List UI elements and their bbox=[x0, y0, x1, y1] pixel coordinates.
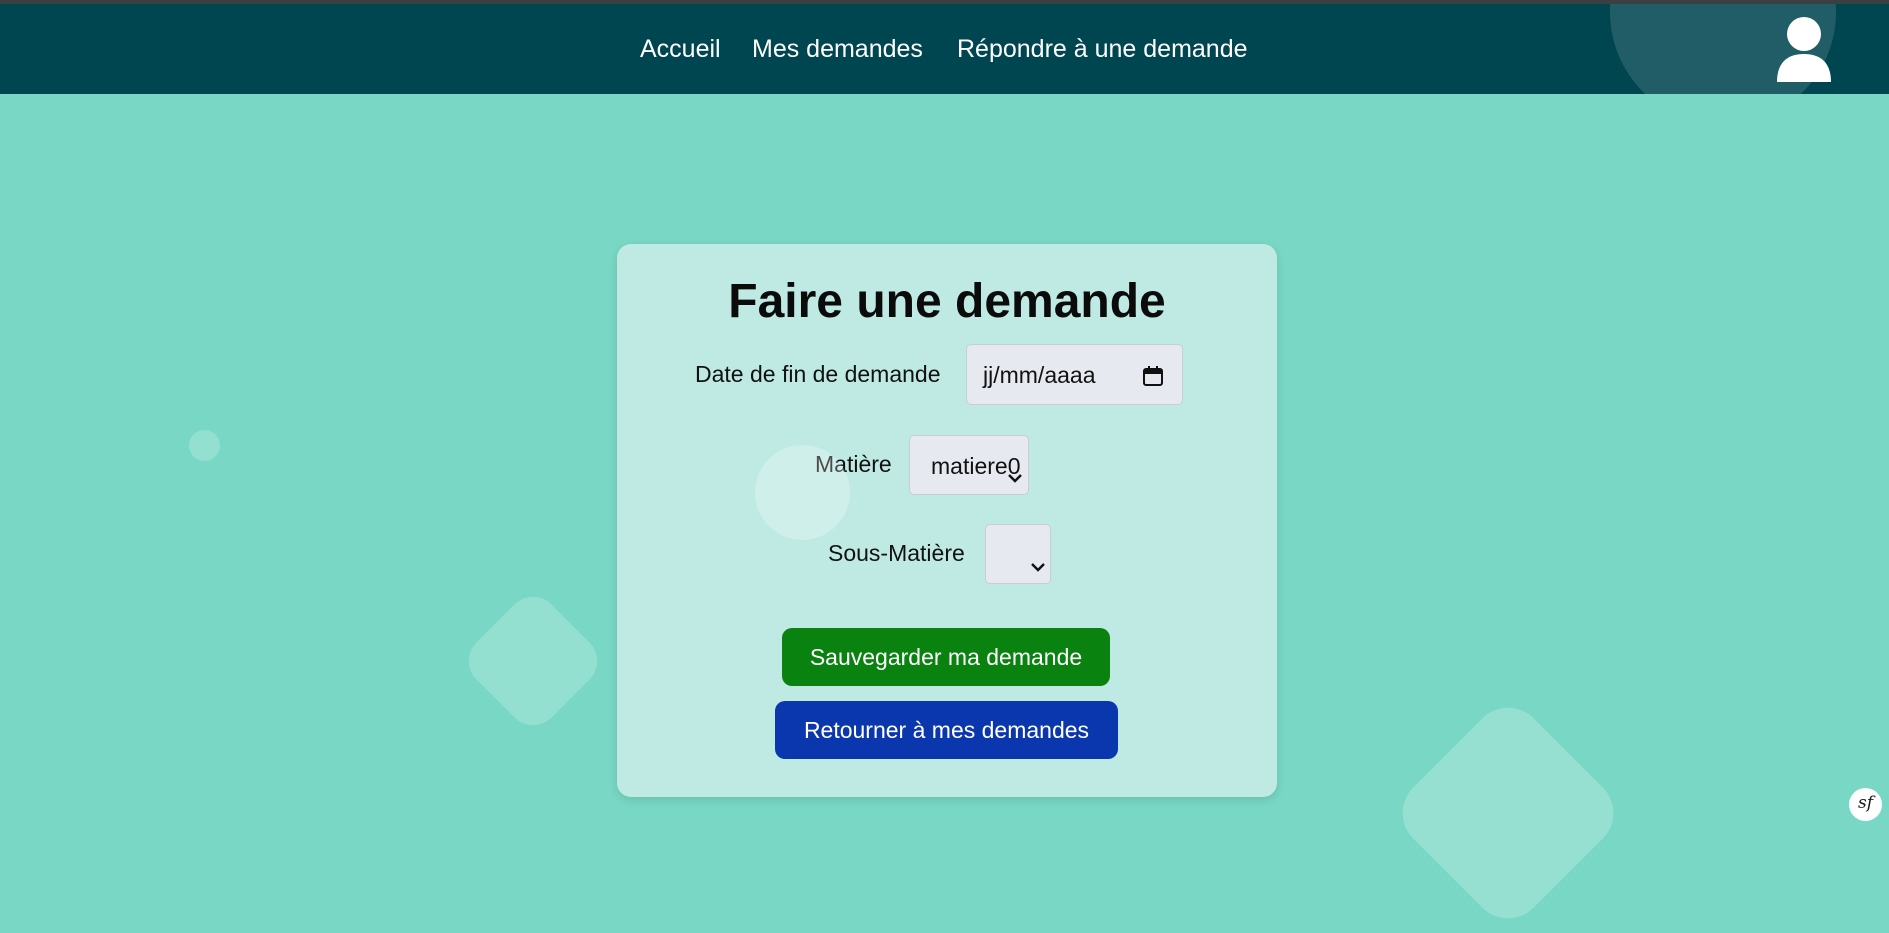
nav-link-mes-demandes[interactable]: Mes demandes bbox=[752, 34, 923, 64]
sub-subject-label: Sous-Matière bbox=[828, 540, 965, 566]
nav-link-accueil[interactable]: Accueil bbox=[640, 34, 721, 64]
sub-subject-select[interactable] bbox=[985, 524, 1051, 584]
symfony-icon[interactable]: sf bbox=[1849, 788, 1882, 821]
symfony-logo-glyph: sf bbox=[1857, 793, 1874, 813]
background-decoration-circle bbox=[755, 445, 850, 540]
subject-select[interactable]: matiere0 bbox=[909, 435, 1029, 495]
background-decoration-shape bbox=[458, 586, 608, 736]
chevron-down-icon bbox=[1031, 550, 1045, 572]
end-date-label: Date de fin de demande bbox=[695, 361, 941, 387]
save-request-button[interactable]: Sauvegarder ma demande bbox=[782, 628, 1110, 686]
background-decoration-circle bbox=[189, 430, 220, 461]
chevron-down-icon bbox=[1008, 461, 1022, 483]
user-icon[interactable] bbox=[1775, 16, 1833, 82]
nav-link-repondre-demande[interactable]: Répondre à une demande bbox=[957, 34, 1248, 64]
end-date-placeholder: jj/mm/aaaa bbox=[983, 362, 1096, 388]
page-title: Faire une demande bbox=[728, 275, 1166, 328]
calendar-icon[interactable] bbox=[1142, 365, 1164, 387]
main-navigation: Accueil Mes demandes Répondre à une dema… bbox=[0, 4, 1889, 94]
background-decoration-shape bbox=[1387, 692, 1629, 933]
back-to-requests-button[interactable]: Retourner à mes demandes bbox=[775, 701, 1118, 759]
top-navbar: Accueil Mes demandes Répondre à une dema… bbox=[0, 4, 1889, 94]
request-form-card: Faire une demande Date de fin de demande… bbox=[617, 244, 1277, 797]
end-date-input[interactable]: jj/mm/aaaa bbox=[966, 344, 1183, 405]
